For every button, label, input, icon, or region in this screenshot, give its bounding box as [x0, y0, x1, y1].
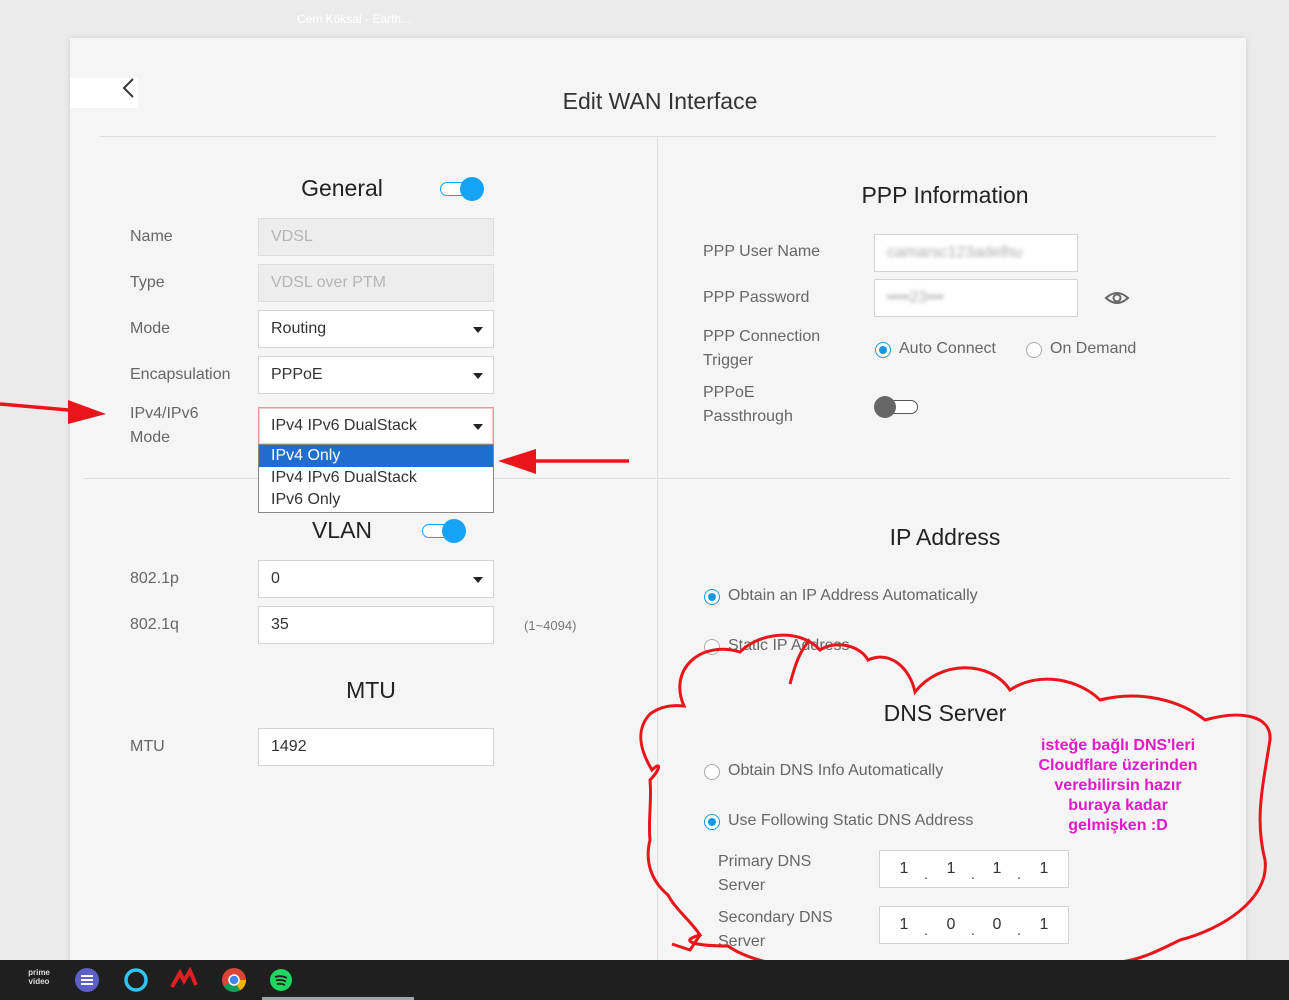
secondary-dns-label: Secondary DNS Server: [718, 909, 833, 950]
name-field: VDSL: [258, 218, 494, 256]
msi-dragon-icon[interactable]: [170, 967, 198, 993]
page-title: Edit WAN Interface: [562, 88, 758, 114]
general-toggle[interactable]: [440, 177, 484, 201]
encapsulation-label: Encapsulation: [130, 366, 231, 383]
ip-mode-dropdown: IPv4 Only IPv4 IPv6 DualStack IPv6 Only: [258, 444, 494, 513]
ppp-user-label: PPP User Name: [703, 243, 821, 260]
ip-auto-label: Obtain an IP Address Automatically: [728, 587, 978, 604]
eye-icon[interactable]: [1104, 288, 1130, 308]
annotation-text: isteğe bağlı DNS'leri Cloudflare üzerind…: [1038, 737, 1198, 834]
spotify-taskbar-title[interactable]: Cem Köksal - Earth...: [297, 12, 411, 26]
primary-dns-input[interactable]: 1 . 1 . 1 . 1: [879, 850, 1069, 888]
mode-select[interactable]: Routing: [258, 310, 494, 348]
header-divider: [100, 136, 1216, 137]
ip-mode-option-dualstack[interactable]: IPv4 IPv6 DualStack: [259, 467, 493, 489]
mtu-title: MTU: [346, 677, 396, 703]
passthrough-label: PPPoE Passthrough: [703, 384, 793, 425]
ppp-pass-input[interactable]: ••••23•••: [874, 279, 1078, 317]
dns-auto-radio[interactable]: [704, 764, 720, 780]
vlan-toggle[interactable]: [422, 519, 466, 543]
vlan-title: VLAN: [311, 517, 373, 543]
general-title: General: [301, 175, 383, 201]
vlan-q-label: 802.1q: [130, 616, 179, 633]
vlan-p-label: 802.1p: [130, 570, 179, 587]
mtu-input[interactable]: 1492: [258, 728, 494, 766]
back-chevron-icon[interactable]: [118, 76, 142, 100]
chrome-icon[interactable]: [221, 967, 247, 993]
vlan-q-input[interactable]: 35: [258, 606, 494, 644]
vlan-p-select[interactable]: 0: [258, 560, 494, 598]
auto-connect-radio[interactable]: [875, 342, 891, 358]
ip-static-label: Static IP Address: [728, 637, 850, 654]
ppp-title: PPP Information: [861, 182, 1029, 208]
column-divider: [657, 137, 658, 960]
ip-mode-option-ipv6-only[interactable]: IPv6 Only: [259, 489, 493, 511]
primary-dns-label: Primary DNS Server: [718, 853, 812, 894]
mtu-label: MTU: [130, 738, 165, 755]
vlan-q-hint: (1~4094): [524, 618, 577, 633]
name-label: Name: [130, 228, 173, 245]
chevron-down-icon: [473, 424, 483, 430]
auto-connect-label: Auto Connect: [899, 340, 996, 357]
ip-auto-radio[interactable]: [704, 589, 720, 605]
ip-mode-label: IPv4/IPv6 Mode: [130, 405, 199, 446]
chevron-down-icon: [473, 327, 483, 333]
ip-mode-option-ipv4-only[interactable]: IPv4 Only: [259, 445, 493, 467]
alexa-icon[interactable]: [123, 967, 149, 993]
ip-address-title: IP Address: [889, 524, 1001, 550]
chevron-down-icon: [473, 577, 483, 583]
type-label: Type: [130, 274, 165, 291]
menu-app-icon[interactable]: [74, 967, 100, 993]
mode-label: Mode: [130, 320, 171, 337]
encapsulation-value: PPPoE: [271, 366, 323, 383]
on-demand-radio[interactable]: [1026, 342, 1042, 358]
dns-title: DNS Server: [883, 700, 1007, 726]
spotify-icon[interactable]: [269, 968, 293, 992]
ip-static-radio[interactable]: [704, 639, 720, 655]
ip-mode-value: IPv4 IPv6 DualStack: [271, 417, 417, 434]
dns-auto-label: Obtain DNS Info Automatically: [728, 762, 944, 779]
dns-static-label: Use Following Static DNS Address: [728, 812, 974, 829]
encapsulation-select[interactable]: PPPoE: [258, 356, 494, 394]
vlan-p-value: 0: [271, 570, 280, 587]
on-demand-label: On Demand: [1050, 340, 1137, 357]
passthrough-toggle[interactable]: [874, 395, 918, 418]
ppp-user-input[interactable]: camarsc123adelhu: [874, 234, 1078, 272]
dns-static-radio[interactable]: [704, 814, 720, 830]
ppp-pass-label: PPP Password: [703, 289, 810, 306]
secondary-dns-input[interactable]: 1 . 0 . 0 . 1: [879, 906, 1069, 944]
type-field: VDSL over PTM: [258, 264, 494, 302]
mode-value: Routing: [271, 320, 327, 337]
ip-mode-select[interactable]: IPv4 IPv6 DualStack: [258, 407, 494, 445]
ppp-divider: [658, 478, 1230, 479]
ppp-trigger-label: PPP Connection Trigger: [703, 328, 821, 369]
chevron-down-icon: [473, 373, 483, 379]
prime-video-icon[interactable]: prime video: [26, 968, 52, 986]
